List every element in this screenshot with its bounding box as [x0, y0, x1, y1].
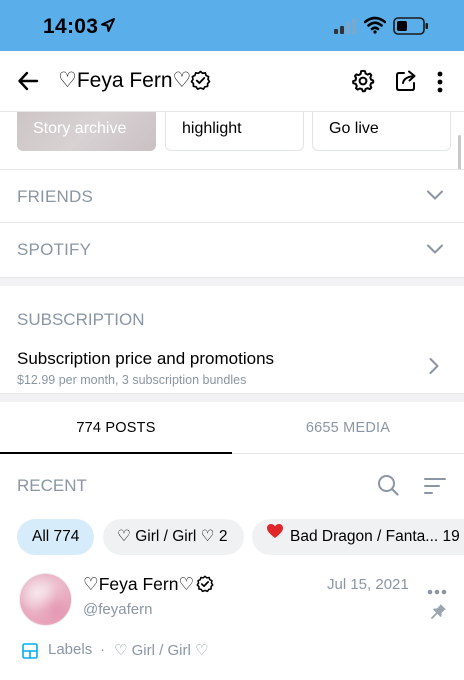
- filter-chip-label: Bad Dragon / Fanta... 19: [290, 528, 460, 545]
- more-vertical-icon[interactable]: [436, 71, 444, 98]
- subscription-section: SUBSCRIPTION Subscription price and prom…: [0, 286, 464, 393]
- tab-posts[interactable]: 774 POSTS: [0, 402, 232, 454]
- more-horizontal-icon[interactable]: [427, 582, 447, 600]
- status-bar: 14:03: [0, 0, 464, 51]
- sort-icon[interactable]: [424, 477, 446, 500]
- avatar[interactable]: [19, 573, 72, 626]
- battery-icon: [393, 17, 429, 40]
- labels-separator: ·: [100, 641, 105, 658]
- search-icon[interactable]: [377, 474, 399, 501]
- post-author-name[interactable]: ♡Feya Fern♡: [83, 574, 194, 595]
- friends-title: FRIENDS: [17, 187, 94, 206]
- friends-section[interactable]: FRIENDS: [0, 169, 464, 222]
- labels-caption: Labels: [48, 641, 93, 658]
- highlight-button[interactable]: highlight: [165, 112, 304, 151]
- subscription-title: SUBSCRIPTION: [17, 310, 145, 329]
- section-divider: [0, 393, 464, 402]
- settings-gear-icon[interactable]: [351, 69, 375, 98]
- story-row: Story archive highlight Go live: [0, 112, 464, 169]
- subscription-price-link[interactable]: Subscription price and promotions: [17, 349, 274, 369]
- go-live-button[interactable]: Go live: [312, 112, 451, 151]
- location-arrow-icon: [100, 17, 116, 38]
- filter-chip-girl-girl[interactable]: ♡ Girl / Girl ♡ 2: [103, 519, 244, 555]
- spotify-title: SPOTIFY: [17, 240, 92, 259]
- wifi-icon: [363, 16, 387, 39]
- status-time: 14:03: [43, 15, 99, 38]
- recent-bar: RECENT: [0, 455, 464, 515]
- recent-title: RECENT: [17, 476, 87, 495]
- label-value[interactable]: ♡ Girl / Girl ♡: [114, 641, 208, 659]
- section-divider: [0, 277, 464, 286]
- post-date: Jul 15, 2021: [327, 576, 409, 593]
- filter-chip-all[interactable]: All 774: [17, 519, 94, 555]
- share-icon[interactable]: [394, 69, 418, 98]
- labels-icon: [22, 643, 38, 663]
- filter-chips: All 774 ♡ Girl / Girl ♡ 2 Bad Dragon / F…: [0, 519, 464, 557]
- chevron-down-icon[interactable]: [426, 242, 444, 260]
- chevron-right-icon[interactable]: [428, 357, 440, 380]
- page-title: ♡Feya Fern♡: [58, 69, 192, 92]
- cellular-signal-icon: [334, 18, 358, 39]
- post-author-handle[interactable]: @feyafern: [83, 601, 152, 618]
- pin-icon: [431, 603, 447, 624]
- tab-media[interactable]: 6655 MEDIA: [232, 402, 464, 454]
- verified-icon: [190, 70, 211, 96]
- verified-icon: [196, 575, 214, 598]
- back-arrow-icon[interactable]: [17, 70, 39, 97]
- content-tabs: 774 POSTS 6655 MEDIA: [0, 402, 464, 454]
- avatar-image: [20, 574, 71, 625]
- subscription-detail: $12.99 per month, 3 subscription bundles: [17, 373, 247, 387]
- spotify-section[interactable]: SPOTIFY: [0, 222, 464, 277]
- profile-header: ♡Feya Fern♡: [0, 51, 464, 112]
- story-archive-button[interactable]: Story archive: [17, 112, 156, 151]
- filter-chip-bad-dragon[interactable]: Bad Dragon / Fanta... 19: [252, 519, 464, 555]
- heart-icon: [266, 519, 284, 553]
- chevron-down-icon[interactable]: [426, 188, 444, 206]
- post-item: ♡Feya Fern♡ @feyafern Jul 15, 2021 Label…: [0, 568, 464, 680]
